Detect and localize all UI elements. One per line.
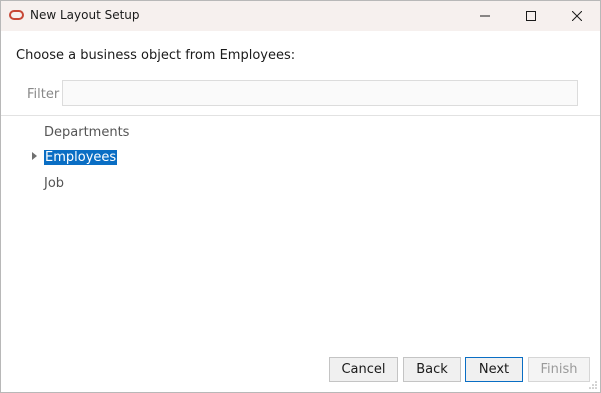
- next-button[interactable]: Next: [465, 357, 523, 382]
- close-icon: [572, 11, 582, 21]
- tree-item-departments[interactable]: Departments: [44, 124, 129, 141]
- resize-grip-icon[interactable]: [588, 380, 598, 390]
- new-layout-setup-dialog: New Layout Setup Choose a business objec…: [0, 0, 601, 393]
- divider: [1, 115, 600, 116]
- back-button[interactable]: Back: [403, 357, 461, 382]
- filter-label: Filter: [27, 87, 60, 102]
- minimize-icon: [480, 15, 490, 17]
- expand-arrow-icon[interactable]: [32, 152, 37, 160]
- prompt-text: Choose a business object from Employees:: [16, 48, 296, 63]
- minimize-button[interactable]: [462, 1, 508, 31]
- maximize-button[interactable]: [508, 1, 554, 31]
- close-button[interactable]: [554, 1, 600, 31]
- tree-item-job[interactable]: Job: [44, 175, 64, 192]
- tree-item-label: Employees: [44, 150, 118, 165]
- tree-item-employees[interactable]: Employees: [44, 149, 118, 166]
- finish-button[interactable]: Finish: [528, 357, 590, 382]
- oracle-logo-icon: [9, 10, 24, 20]
- cancel-button[interactable]: Cancel: [329, 357, 398, 382]
- filter-input[interactable]: [62, 80, 578, 106]
- tree-item-label: Job: [44, 176, 65, 191]
- window-title: New Layout Setup: [30, 8, 140, 22]
- title-bar[interactable]: New Layout Setup: [1, 1, 600, 31]
- maximize-icon: [526, 11, 536, 21]
- tree-item-label: Departments: [44, 125, 130, 140]
